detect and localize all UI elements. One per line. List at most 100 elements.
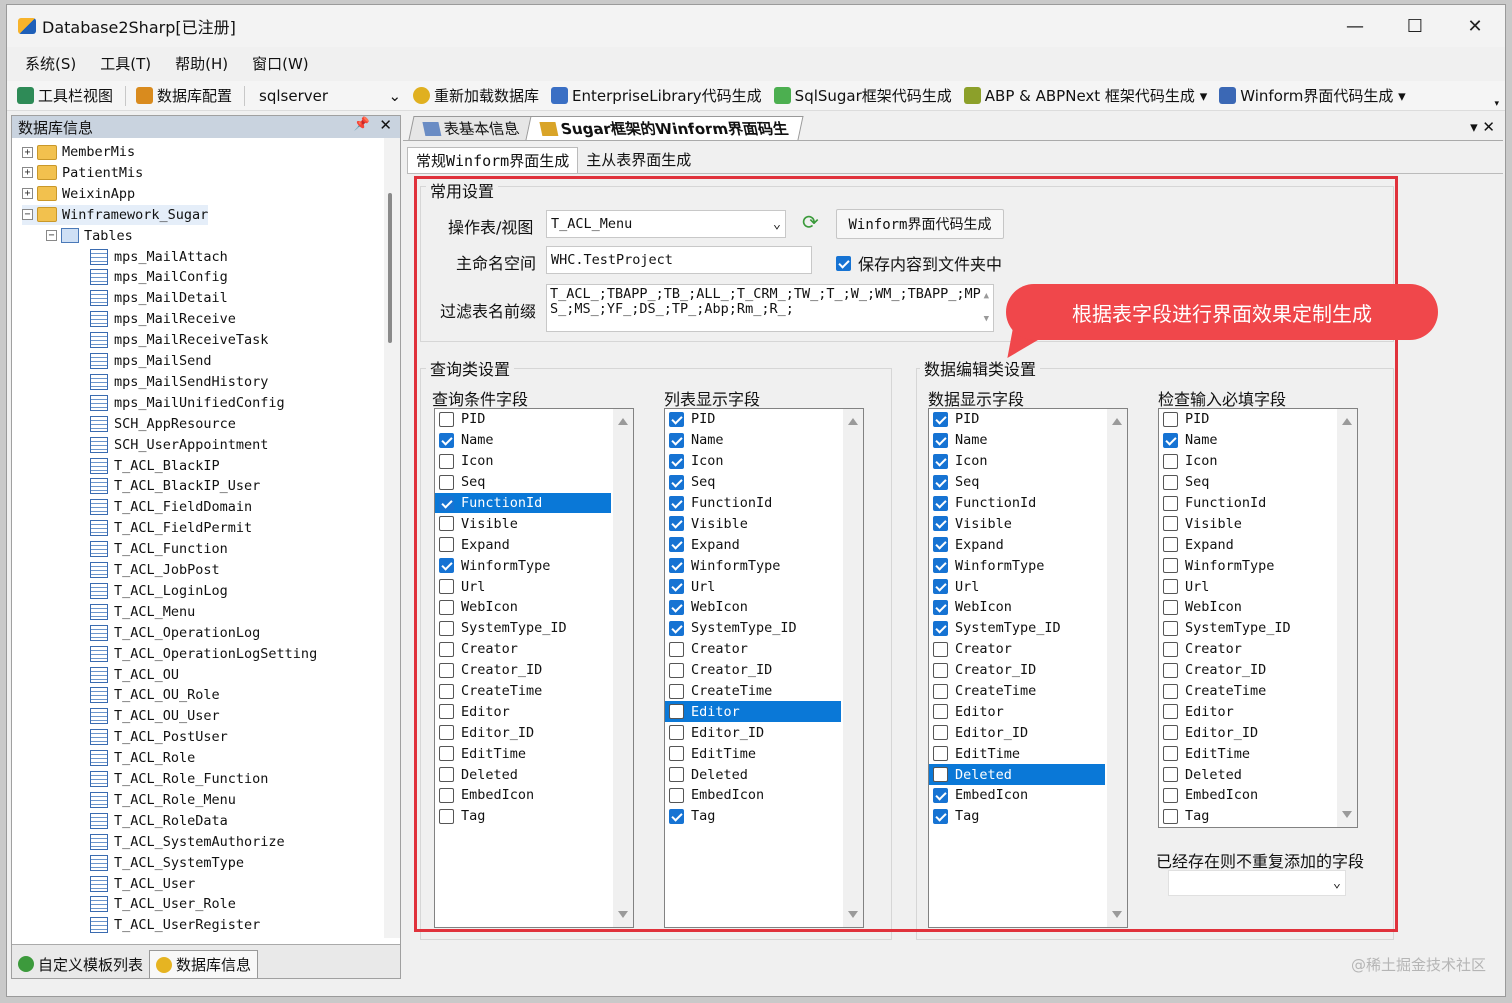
- field-item[interactable]: Editor_ID: [435, 722, 611, 743]
- checkbox-unchecked[interactable]: [1163, 767, 1178, 783]
- field-item[interactable]: FunctionId: [929, 493, 1105, 514]
- checkbox-unchecked[interactable]: [439, 725, 454, 741]
- tab-template-list[interactable]: 自定义模板列表: [12, 950, 149, 978]
- field-item[interactable]: Name: [435, 430, 611, 451]
- tree-table-item[interactable]: T_ACL_BlackIP: [90, 456, 220, 476]
- data-display-fields-list[interactable]: PID Name Icon Seq FunctionId Visible Expand Win…: [928, 408, 1128, 928]
- checkbox-checked[interactable]: [933, 432, 948, 448]
- winform-generate-button[interactable]: Winform界面代码生成: [836, 209, 1004, 239]
- field-item[interactable]: PID: [665, 409, 841, 430]
- checkbox-unchecked[interactable]: [439, 683, 454, 699]
- field-item[interactable]: Tag: [929, 806, 1105, 827]
- checkbox-unchecked[interactable]: [669, 787, 684, 803]
- field-item[interactable]: PID: [929, 409, 1105, 430]
- tree-table-item[interactable]: T_ACL_OperationLogSetting: [90, 644, 317, 664]
- field-item[interactable]: WebIcon: [1159, 597, 1335, 618]
- checkbox-unchecked[interactable]: [1163, 641, 1178, 657]
- checkbox-unchecked[interactable]: [1163, 746, 1178, 762]
- field-item[interactable]: Visible: [435, 513, 611, 534]
- checkbox-unchecked[interactable]: [1163, 787, 1178, 803]
- checkbox-checked[interactable]: [669, 495, 684, 511]
- checkbox-checked[interactable]: [669, 411, 684, 427]
- toolbar-view-button[interactable]: 工具栏视图: [17, 85, 113, 106]
- checkbox-unchecked[interactable]: [1163, 579, 1178, 595]
- field-item[interactable]: Url: [435, 576, 611, 597]
- menu-help[interactable]: 帮助(H): [175, 53, 228, 74]
- tree-table-item[interactable]: SCH_UserAppointment: [90, 435, 268, 455]
- field-item[interactable]: Expand: [929, 534, 1105, 555]
- tab-normal-winform[interactable]: 常规Winform界面生成: [407, 147, 579, 173]
- checkbox-checked[interactable]: [669, 808, 684, 824]
- scroll-up-icon[interactable]: [848, 418, 858, 425]
- field-item[interactable]: Editor_ID: [929, 722, 1105, 743]
- field-item[interactable]: SystemType_ID: [435, 618, 611, 639]
- scroll-down-icon[interactable]: [1112, 911, 1122, 918]
- checkbox-checked[interactable]: [669, 516, 684, 532]
- field-item[interactable]: Deleted: [435, 764, 611, 785]
- checkbox-unchecked[interactable]: [1163, 495, 1178, 511]
- checkbox-unchecked[interactable]: [439, 474, 454, 490]
- field-item[interactable]: Seq: [435, 472, 611, 493]
- tree-table-item[interactable]: mps_MailReceiveTask: [90, 330, 268, 350]
- checkbox-unchecked[interactable]: [669, 641, 684, 657]
- list-scrollbar[interactable]: [1337, 409, 1357, 827]
- checkbox-unchecked[interactable]: [439, 579, 454, 595]
- checkbox-checked[interactable]: [933, 474, 948, 490]
- checkbox-unchecked[interactable]: [439, 453, 454, 469]
- field-item[interactable]: Creator: [665, 639, 841, 660]
- required-fields-list[interactable]: PID Name Icon Seq FunctionId Visible Expand Win…: [1158, 408, 1358, 828]
- field-item[interactable]: Expand: [1159, 534, 1335, 555]
- checkbox-unchecked[interactable]: [1163, 725, 1178, 741]
- scroll-down-icon[interactable]: [618, 911, 628, 918]
- tree-table-item[interactable]: T_ACL_Menu: [90, 602, 195, 622]
- field-item[interactable]: EditTime: [1159, 743, 1335, 764]
- close-button[interactable]: ✕: [1445, 5, 1505, 47]
- tree-table-item[interactable]: mps_MailConfig: [90, 267, 228, 287]
- expand-icon[interactable]: +: [22, 146, 33, 158]
- field-item[interactable]: EmbedIcon: [665, 785, 841, 806]
- checkbox-unchecked[interactable]: [669, 767, 684, 783]
- checkbox-unchecked[interactable]: [439, 704, 454, 720]
- tree-table-item[interactable]: T_ACL_OU_Role: [90, 685, 220, 705]
- checkbox-checked[interactable]: [933, 599, 948, 615]
- tree-table-item[interactable]: T_ACL_Role_Function: [90, 769, 268, 789]
- checkbox-unchecked[interactable]: [439, 808, 454, 824]
- checkbox-unchecked[interactable]: [933, 746, 948, 762]
- checkbox-unchecked[interactable]: [439, 767, 454, 783]
- checkbox-unchecked[interactable]: [933, 704, 948, 720]
- field-item[interactable]: EditTime: [665, 743, 841, 764]
- tree-tables-node[interactable]: − Tables: [46, 226, 133, 246]
- scroll-thumb[interactable]: [388, 193, 392, 343]
- checkbox-unchecked[interactable]: [933, 767, 948, 783]
- field-item[interactable]: Editor: [1159, 701, 1335, 722]
- refresh-icon[interactable]: ⟳: [802, 210, 819, 234]
- scroll-up-icon[interactable]: [1342, 418, 1352, 425]
- checkbox-unchecked[interactable]: [933, 662, 948, 678]
- scroll-down-icon[interactable]: [848, 911, 858, 918]
- checkbox-unchecked[interactable]: [439, 537, 454, 553]
- field-item[interactable]: Name: [929, 430, 1105, 451]
- checkbox-unchecked[interactable]: [439, 411, 454, 427]
- checkbox-unchecked[interactable]: [1163, 453, 1178, 469]
- checkbox-unchecked[interactable]: [1163, 808, 1178, 824]
- db-config-button[interactable]: 数据库配置: [136, 85, 232, 106]
- checkbox-unchecked[interactable]: [1163, 411, 1178, 427]
- tab-master-detail[interactable]: 主从表界面生成: [578, 147, 699, 173]
- checkbox-unchecked[interactable]: [933, 683, 948, 699]
- checkbox-unchecked[interactable]: [439, 662, 454, 678]
- pin-icon[interactable]: 📌: [354, 117, 370, 132]
- table-select[interactable]: T_ACL_Menu ⌄: [546, 210, 786, 238]
- field-item[interactable]: CreateTime: [929, 681, 1105, 702]
- toolbar-overflow-icon[interactable]: ▾: [1494, 99, 1499, 109]
- tree-scrollbar[interactable]: [384, 138, 400, 938]
- field-item[interactable]: Editor: [435, 701, 611, 722]
- minimize-button[interactable]: —: [1325, 5, 1385, 47]
- checkbox-checked[interactable]: [669, 432, 684, 448]
- tree-db-node[interactable]: + MemberMis: [22, 142, 135, 162]
- checkbox-unchecked[interactable]: [1163, 704, 1178, 720]
- field-item[interactable]: FunctionId: [435, 492, 611, 514]
- field-item[interactable]: WinformType: [435, 555, 611, 576]
- checkbox-checked[interactable]: [439, 558, 454, 574]
- tree-table-item[interactable]: mps_MailDetail: [90, 288, 228, 308]
- field-item[interactable]: FunctionId: [665, 493, 841, 514]
